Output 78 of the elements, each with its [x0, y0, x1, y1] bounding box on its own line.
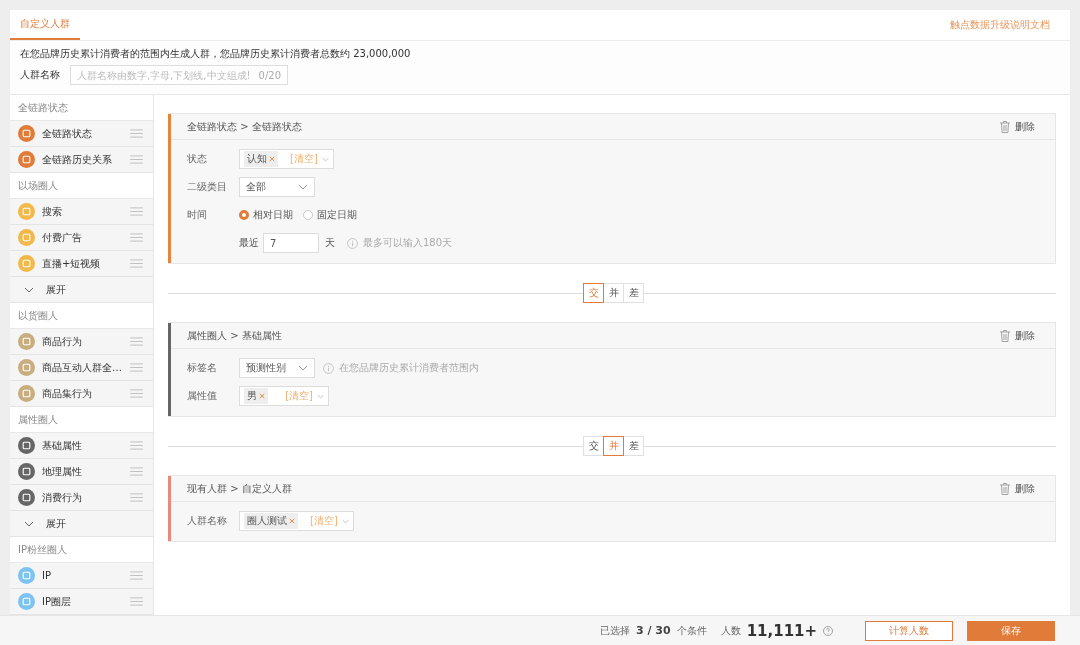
delete-button[interactable]: 删除	[1000, 328, 1035, 343]
chevron-down-icon	[341, 518, 349, 524]
drag-handle-icon[interactable]	[130, 337, 143, 346]
info-icon	[323, 362, 334, 374]
condition-unit: 个条件	[676, 623, 707, 638]
expand-toggle[interactable]: 展开	[10, 277, 153, 303]
days-input-field[interactable]: 7	[263, 233, 319, 253]
condition-path: 现有人群 > 自定义人群	[187, 481, 292, 496]
drag-handle-icon[interactable]	[130, 441, 143, 450]
tag-select[interactable]: 认知 [清空]	[239, 149, 334, 169]
radio-option[interactable]: 相对日期	[239, 208, 293, 222]
chevron-down-icon	[24, 286, 34, 293]
info-icon	[347, 237, 358, 249]
field-label: 状态	[187, 153, 207, 164]
condition-path: 全链路状态 > 全链路状态	[187, 119, 302, 134]
chevron-down-icon	[317, 393, 324, 399]
selected-count: 3 / 30	[636, 624, 671, 637]
sidebar-item[interactable]: 商品互动人群全…	[10, 355, 153, 381]
operator-button[interactable]: 交	[583, 436, 604, 456]
hint-text: 最多可以输入180天	[363, 236, 453, 250]
drag-handle-icon[interactable]	[130, 233, 143, 242]
drag-handle-icon[interactable]	[130, 155, 143, 164]
sidebar-item[interactable]: 商品行为	[10, 329, 153, 355]
help-icon[interactable]	[823, 625, 834, 636]
sidebar-item[interactable]: IP	[10, 563, 153, 589]
trash-icon	[1000, 329, 1010, 342]
trash-icon	[1000, 120, 1010, 133]
sidebar-item[interactable]: 基础属性	[10, 433, 153, 459]
sidebar-item[interactable]: 消费行为	[10, 485, 153, 511]
drag-handle-icon[interactable]	[130, 597, 143, 606]
tag-select[interactable]: 圈人测试 [清空]	[239, 511, 354, 531]
chevron-down-icon	[298, 365, 308, 371]
chevron-down-icon	[298, 184, 308, 190]
people-label: 人数	[720, 623, 741, 638]
delete-button[interactable]: 删除	[1000, 481, 1035, 496]
dropdown-select[interactable]: 全部	[239, 177, 315, 197]
selected-label: 已选择	[600, 623, 630, 638]
chevron-down-icon	[321, 156, 329, 162]
trash-icon	[1000, 482, 1010, 495]
radio-option[interactable]: 固定日期	[303, 208, 357, 222]
drag-handle-icon[interactable]	[130, 363, 143, 372]
sidebar-item[interactable]: 搜索	[10, 199, 153, 225]
sidebar-item[interactable]: 商品集行为	[10, 381, 153, 407]
sidebar-item[interactable]: 全链路状态	[10, 121, 153, 147]
dropdown-select[interactable]: 预测性别	[239, 358, 315, 378]
expand-toggle[interactable]: 展开	[10, 511, 153, 537]
field-label: 人群名称	[20, 68, 60, 82]
sidebar-item[interactable]: 付费广告	[10, 225, 153, 251]
sidebar-item[interactable]: 地理属性	[10, 459, 153, 485]
drag-handle-icon[interactable]	[130, 129, 143, 138]
tag-remove-icon[interactable]	[259, 393, 265, 399]
intro-text: 在您品牌历史累计消费者的范围内生成人群，您品牌历史累计消费者总数约 23,000,000	[20, 47, 412, 61]
drag-handle-icon[interactable]	[130, 207, 143, 216]
chevron-down-icon	[24, 520, 34, 527]
sidebar-item[interactable]: 全链路历史关系	[10, 147, 153, 173]
operator-button[interactable]: 差	[623, 283, 644, 303]
field-label: 属性值	[187, 390, 217, 401]
drag-handle-icon[interactable]	[130, 467, 143, 476]
field-label: 人群名称	[187, 515, 227, 526]
drag-handle-icon[interactable]	[130, 493, 143, 502]
field-label: 最近	[239, 236, 259, 250]
sidebar-item[interactable]: 直播+短视频	[10, 251, 153, 277]
tag-remove-icon[interactable]	[269, 156, 275, 162]
tag-remove-icon[interactable]	[289, 518, 295, 524]
tag-select[interactable]: 男 [清空]	[239, 386, 329, 406]
people-count: 11,111+	[746, 621, 818, 640]
drag-handle-icon[interactable]	[130, 259, 143, 268]
sidebar-item[interactable]: IP圈层	[10, 589, 153, 615]
drag-handle-icon[interactable]	[130, 389, 143, 398]
operator-button[interactable]: 差	[623, 436, 644, 456]
unit-label: 天	[325, 236, 335, 250]
hint-text: 在您品牌历史累计消费者范围内	[339, 361, 479, 375]
field-label: 时间	[187, 209, 207, 220]
drag-handle-icon[interactable]	[130, 571, 143, 580]
field-label: 标签名	[187, 362, 217, 373]
condition-path: 属性圈人 > 基础属性	[187, 328, 282, 343]
field-label: 二级类目	[187, 181, 227, 192]
delete-button[interactable]: 删除	[1000, 119, 1035, 134]
